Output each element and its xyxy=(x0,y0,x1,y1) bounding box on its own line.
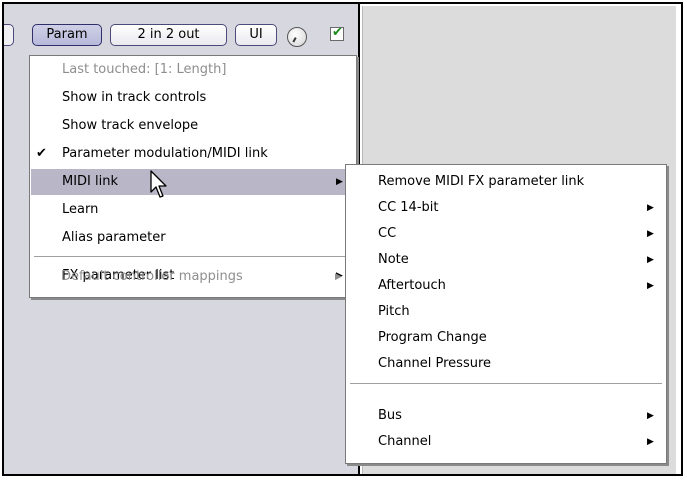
param-context-menu: Last touched: [1: Length] Show in track … xyxy=(29,55,357,298)
menu-item-parameter-modulation[interactable]: ✔ Parameter modulation/MIDI link xyxy=(31,141,355,167)
menu-item-note[interactable]: Note ▶ xyxy=(347,247,665,273)
menu-item-cc-14-bit[interactable]: CC 14-bit ▶ xyxy=(347,195,665,221)
io-routing-button[interactable]: 2 in 2 out xyxy=(110,24,227,46)
menu-item-label: Channel Pressure xyxy=(378,356,492,371)
menu-item-label: Channel xyxy=(378,434,432,449)
menu-item-program-change[interactable]: Program Change xyxy=(347,325,665,351)
menu-item-label: Learn xyxy=(62,202,99,217)
midi-link-submenu: Remove MIDI FX parameter link CC 14-bit … xyxy=(345,164,667,464)
menu-item-cc[interactable]: CC ▶ xyxy=(347,221,665,247)
menu-item-channel[interactable]: Channel ▶ xyxy=(347,429,665,455)
menu-item-show-in-track-controls[interactable]: Show in track controls xyxy=(31,85,355,111)
menu-item-alias-parameter[interactable]: Alias parameter xyxy=(31,225,355,251)
menu-separator xyxy=(350,383,662,384)
ui-button[interactable]: UI xyxy=(235,24,277,46)
menu-item-label: Bus xyxy=(378,408,402,423)
menu-item-label: CC xyxy=(378,226,397,241)
submenu-arrow-icon: ▶ xyxy=(336,177,343,187)
menu-item-default-controller-mappings-row: Default controller mappings ▶ xyxy=(30,264,356,290)
menu-item-aftertouch[interactable]: Aftertouch ▶ xyxy=(347,273,665,299)
submenu-arrow-icon: ▶ xyxy=(335,272,342,282)
submenu-arrow-icon: ▶ xyxy=(647,437,654,447)
menu-item-label: Remove MIDI FX parameter link xyxy=(378,174,585,189)
menu-item-label: Alias parameter xyxy=(62,230,166,245)
menu-item-label: Show in track controls xyxy=(62,90,207,105)
menu-item-label: Parameter modulation/MIDI link xyxy=(62,146,268,161)
param-button[interactable]: Param xyxy=(32,24,102,46)
menu-item-label: Pitch xyxy=(378,304,410,319)
menu-item-label: Aftertouch xyxy=(378,278,446,293)
previous-button[interactable] xyxy=(4,24,14,46)
bypass-checkbox[interactable]: ✔ xyxy=(330,25,344,41)
menu-separator xyxy=(34,256,352,257)
menu-item-channel-pressure[interactable]: Channel Pressure xyxy=(347,351,665,377)
menu-item-label: MIDI link xyxy=(62,174,119,189)
mouse-pointer-icon xyxy=(150,170,167,198)
menu-item-last-touched: Last touched: [1: Length] xyxy=(31,57,355,83)
submenu-arrow-icon: ▶ xyxy=(647,229,654,239)
menu-item-midi-link[interactable]: MIDI link ▶ xyxy=(31,169,355,195)
menu-item-learn[interactable]: Learn xyxy=(31,197,355,223)
menu-item-label: Note xyxy=(378,252,409,267)
submenu-arrow-icon: ▶ xyxy=(647,281,654,291)
menu-item-label: Last touched: [1: Length] xyxy=(62,62,227,77)
menu-item-bus[interactable]: Bus ▶ xyxy=(347,403,665,429)
wet-dry-knob-icon[interactable] xyxy=(287,27,307,47)
menu-item-pitch[interactable]: Pitch xyxy=(347,299,665,325)
submenu-arrow-icon: ▶ xyxy=(647,203,654,213)
menu-item-label: CC 14-bit xyxy=(378,200,439,215)
menu-item-show-track-envelope[interactable]: Show track envelope xyxy=(31,113,355,139)
submenu-arrow-icon: ▶ xyxy=(647,255,654,265)
menu-item-label: Default controller mappings xyxy=(61,269,243,284)
submenu-arrow-icon: ▶ xyxy=(647,411,654,421)
menu-item-remove-midi-fx-link[interactable]: Remove MIDI FX parameter link xyxy=(347,169,665,195)
menu-item-label: Program Change xyxy=(378,330,487,345)
menu-item-label: Show track envelope xyxy=(62,118,199,133)
checkmark-icon: ✔ xyxy=(36,146,47,161)
check-icon: ✔ xyxy=(332,25,343,40)
